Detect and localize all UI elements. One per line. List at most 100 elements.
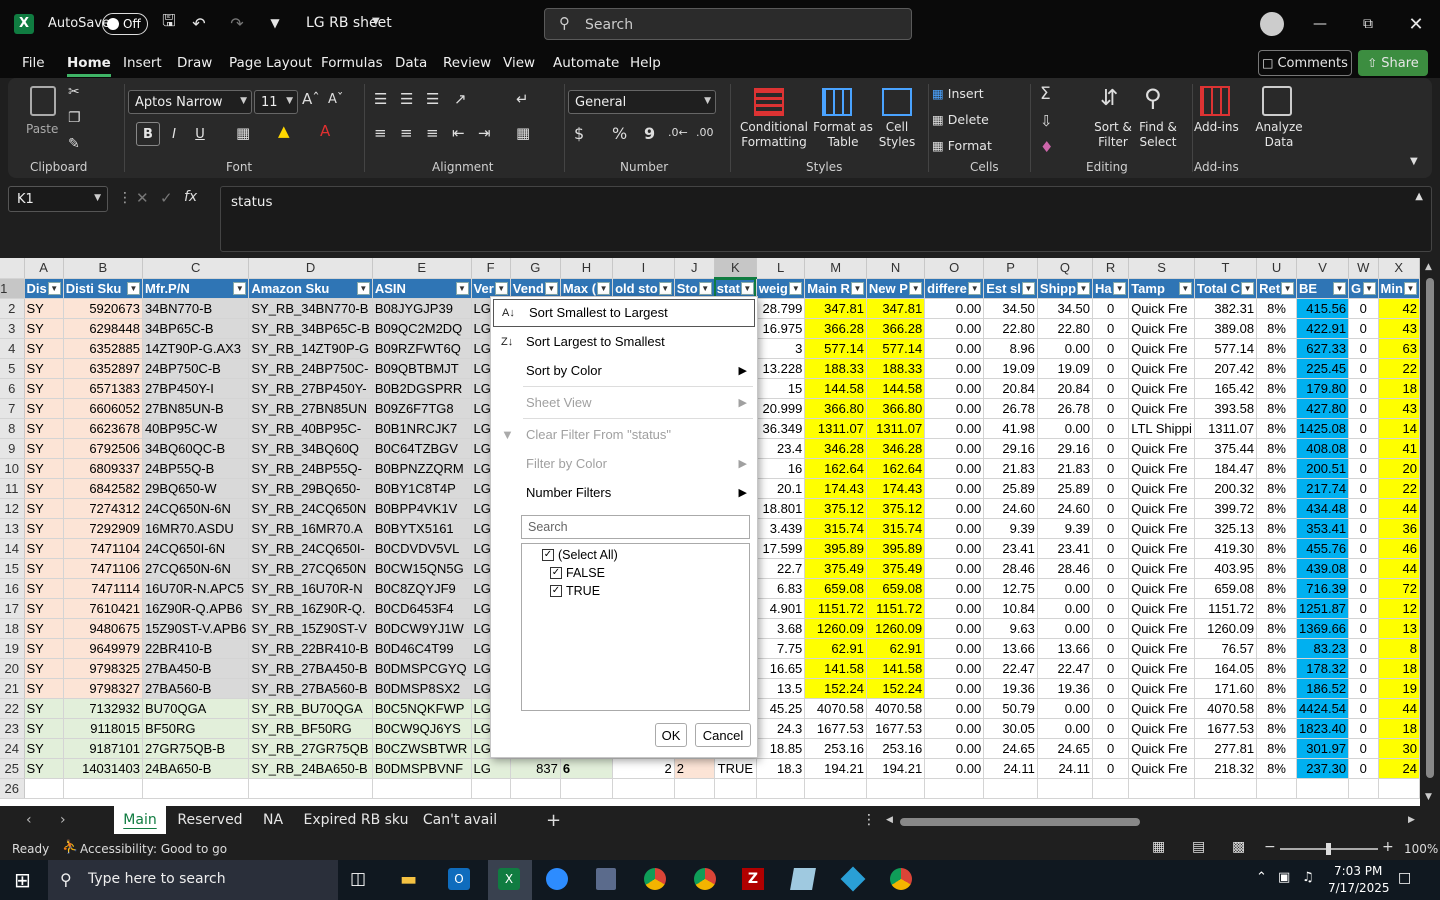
table-cell[interactable]: 7.75 [756, 638, 806, 659]
table-cell[interactable]: 0 [1092, 558, 1130, 579]
row-header[interactable]: 22 [0, 698, 25, 719]
table-cell[interactable]: 24BA650-B [142, 758, 250, 779]
table-cell[interactable]: 24.65 [983, 738, 1038, 759]
table-cell[interactable]: 29BQ650-W [142, 478, 250, 499]
table-cell[interactable]: 659.08 [866, 578, 926, 599]
table-cell[interactable]: 24.3 [756, 718, 806, 739]
table-cell[interactable]: 0.00 [924, 418, 985, 439]
table-cell[interactable]: 419.30 [1194, 538, 1258, 559]
table-cell[interactable]: 18.85 [756, 738, 806, 759]
table-cell[interactable]: 8% [1256, 458, 1298, 479]
table-cell[interactable]: 44 [1378, 498, 1420, 519]
menu-help[interactable]: Help [630, 55, 661, 71]
table-cell[interactable]: 0 [1348, 658, 1379, 679]
table-cell[interactable]: 16MR70.ASDU [142, 518, 250, 539]
table-cell[interactable]: Quick Fre [1128, 478, 1195, 499]
table-cell[interactable]: 0 [1092, 538, 1130, 559]
table-cell[interactable]: SY_RB_24BP55Q- [248, 458, 373, 479]
prev-sheet-icon[interactable]: ‹ [26, 812, 32, 828]
format-cells-button[interactable]: ▦ Format [932, 138, 1022, 158]
table-cell[interactable]: Quick Fre [1128, 398, 1195, 419]
table-cell[interactable]: Quick Fre [1128, 378, 1195, 399]
table-cell[interactable]: 8% [1256, 518, 1298, 539]
table-cell[interactable]: 0.00 [924, 698, 985, 719]
table-cell[interactable]: 0 [1348, 738, 1379, 759]
table-cell[interactable]: 6571383 [63, 378, 143, 399]
table-cell[interactable] [714, 778, 757, 799]
filter-dropdown-icon[interactable]: ▼ [1404, 281, 1417, 295]
table-cell[interactable]: Quick Fre [1128, 758, 1195, 779]
percent-button[interactable]: % [612, 124, 627, 143]
table-cell[interactable]: 83.23 [1296, 638, 1350, 659]
table-cell[interactable] [1378, 778, 1420, 799]
table-cell[interactable]: 186.52 [1296, 678, 1350, 699]
table-cell[interactable]: 0 [1348, 638, 1379, 659]
table-cell[interactable]: 7292909 [63, 518, 143, 539]
table-cell[interactable]: 1677.53 [866, 718, 926, 739]
share-button[interactable]: ⇧ Share [1358, 50, 1428, 76]
table-cell[interactable]: 0 [1348, 398, 1379, 419]
format-as-table-icon[interactable] [822, 88, 852, 116]
table-cell[interactable]: 171.60 [1194, 678, 1258, 699]
checkbox-checked-icon[interactable]: ✓ [542, 549, 554, 561]
calculator-icon[interactable] [596, 868, 616, 890]
table-cell[interactable]: 0 [1348, 318, 1379, 339]
table-cell[interactable]: 30 [1378, 738, 1420, 759]
table-cell[interactable]: 8% [1256, 338, 1298, 359]
header-cell[interactable]: Mfr.P/N ▼ [142, 278, 250, 299]
table-cell[interactable]: 27GR75QB-B [142, 738, 250, 759]
table-cell[interactable]: TRUE [714, 758, 757, 779]
table-cell[interactable]: B0B2DGSPRR [372, 378, 472, 399]
table-cell[interactable]: 28.799 [756, 298, 806, 319]
table-cell[interactable]: 152.24 [866, 678, 926, 699]
table-cell[interactable]: 0 [1348, 498, 1379, 519]
table-cell[interactable]: 20 [1378, 458, 1420, 479]
table-cell[interactable]: 0 [1092, 638, 1130, 659]
table-cell[interactable]: SY_RB_27BA450-B [248, 658, 373, 679]
header-cell[interactable]: Est sl ▼ [983, 278, 1038, 299]
table-cell[interactable]: 34.50 [983, 298, 1038, 319]
table-cell[interactable] [804, 778, 867, 799]
table-cell[interactable]: 28.46 [1037, 558, 1094, 579]
table-cell[interactable]: SY_RB_27BN85UN [248, 398, 373, 419]
table-cell[interactable]: 7610421 [63, 598, 143, 619]
table-cell[interactable]: 225.45 [1296, 358, 1350, 379]
table-cell[interactable]: 16 [756, 458, 806, 479]
table-cell[interactable]: 577.14 [866, 338, 926, 359]
table-cell[interactable] [1128, 778, 1195, 799]
table-cell[interactable]: B0DMSP8SX2 [372, 678, 472, 699]
table-cell[interactable]: 22.47 [983, 658, 1038, 679]
table-cell[interactable]: B0B1NRCJK7 [372, 418, 472, 439]
table-cell[interactable]: 30.05 [983, 718, 1038, 739]
filter-dropdown-icon[interactable]: ▼ [1241, 281, 1255, 295]
file-explorer-icon[interactable]: ▬ [400, 869, 417, 890]
horizontal-scroll-thumb[interactable] [900, 818, 1140, 826]
table-cell[interactable]: SY [24, 618, 64, 639]
table-cell[interactable]: B0BPNZZQRM [372, 458, 472, 479]
table-cell[interactable]: 3 [756, 338, 806, 359]
table-cell[interactable]: 0.00 [924, 678, 985, 699]
table-cell[interactable]: B0CZWSBTWR [372, 738, 472, 759]
table-cell[interactable]: SY [24, 498, 64, 519]
column-header-M[interactable]: M [804, 258, 867, 279]
table-cell[interactable]: 0 [1092, 658, 1130, 679]
table-cell[interactable]: 6 [560, 758, 614, 779]
table-cell[interactable]: 14 [1378, 418, 1420, 439]
chrome-profile-icon[interactable] [694, 868, 716, 890]
currency-button[interactable]: $ [574, 124, 584, 143]
table-cell[interactable]: 27BA560-B [142, 678, 250, 699]
table-cell[interactable]: 20.1 [756, 478, 806, 499]
table-cell[interactable]: SY_RB_14ZT90P-G [248, 338, 373, 359]
table-cell[interactable]: 455.76 [1296, 538, 1350, 559]
table-cell[interactable]: 20.84 [1037, 378, 1094, 399]
user-avatar[interactable] [1260, 12, 1284, 36]
column-header-G[interactable]: G [510, 258, 561, 279]
header-cell[interactable]: Total C ▼ [1194, 278, 1258, 299]
table-cell[interactable] [866, 778, 926, 799]
table-cell[interactable]: 24CQ650I-6N [142, 538, 250, 559]
table-cell[interactable]: 36.349 [756, 418, 806, 439]
table-cell[interactable]: 0 [1348, 558, 1379, 579]
table-cell[interactable]: SY [24, 658, 64, 679]
table-cell[interactable]: 8% [1256, 578, 1298, 599]
table-cell[interactable]: Quick Fre [1128, 438, 1195, 459]
